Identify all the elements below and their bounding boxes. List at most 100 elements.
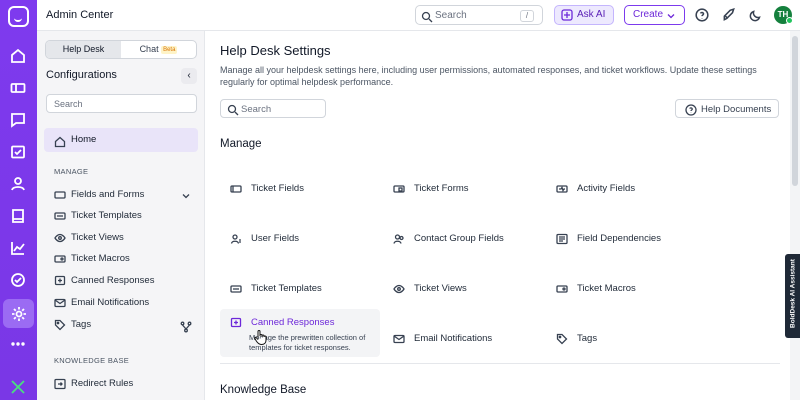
configurations-sidebar: Help Desk Chat Beta Configurations ‹ Sea…: [37, 31, 205, 400]
help-documents-label: Help Documents: [701, 104, 772, 115]
help-icon: [685, 104, 697, 119]
tag-icon: [54, 319, 66, 336]
collapse-sidebar-button[interactable]: ‹: [181, 68, 197, 84]
search-icon: [227, 104, 239, 119]
more-icon[interactable]: [8, 334, 28, 354]
card-tags[interactable]: Tags: [546, 318, 706, 366]
fields-icon: [54, 189, 66, 206]
sidebar-item-ticket-macros[interactable]: Ticket Macros: [54, 252, 130, 266]
tab-chat[interactable]: Chat Beta: [121, 41, 196, 58]
product-switcher: Help Desk Chat Beta: [45, 40, 197, 59]
card-canned-responses[interactable]: Canned Responses Manage the prewritten co…: [220, 309, 380, 357]
section-manage: MANAGE: [54, 167, 89, 176]
help-icon[interactable]: [695, 8, 709, 27]
contacts-icon[interactable]: [8, 174, 28, 194]
card-field-dependencies[interactable]: Field Dependencies: [546, 218, 706, 266]
knowledge-base-icon[interactable]: [8, 206, 28, 226]
sidebar-item-ticket-templates[interactable]: Ticket Templates: [54, 209, 142, 223]
card-label: User Fields: [251, 233, 300, 244]
tasks-icon[interactable]: [8, 142, 28, 162]
chat-icon[interactable]: [8, 110, 28, 130]
card-user-fields[interactable]: User Fields: [220, 218, 380, 266]
eye-icon: [54, 232, 66, 249]
sidebar-item-redirect-rules[interactable]: Redirect Rules: [54, 377, 133, 391]
page-title: Help Desk Settings: [220, 43, 331, 58]
approvals-icon[interactable]: [8, 270, 28, 290]
ticket-macros-icon: [54, 253, 66, 270]
beta-badge: Beta: [161, 45, 178, 54]
knowledge-base-heading: Knowledge Base: [220, 384, 307, 396]
user-fields-icon: [230, 232, 242, 250]
card-label: Field Dependencies: [577, 233, 661, 244]
sidebar-item-fields-and-forms[interactable]: Fields and Forms: [54, 188, 190, 202]
home-icon[interactable]: [8, 46, 28, 66]
app-title: Admin Center: [46, 9, 114, 21]
card-ticket-macros[interactable]: Ticket Macros: [546, 268, 706, 316]
page-description: Manage all your helpdesk settings here, …: [220, 65, 757, 87]
card-label: Ticket Templates: [251, 283, 322, 294]
help-documents-button[interactable]: Help Documents: [675, 99, 779, 118]
dark-mode-icon[interactable]: [749, 8, 763, 27]
manage-heading: Manage: [220, 138, 262, 150]
reports-icon[interactable]: [8, 238, 28, 258]
settings-search-input[interactable]: Search: [220, 99, 326, 118]
ai-assistant-label: BoldDesk AI Assistant: [789, 259, 797, 328]
canned-responses-icon: [230, 316, 242, 334]
sidebar-item-label: Ticket Macros: [71, 253, 130, 264]
ask-ai-button[interactable]: Ask AI: [554, 5, 614, 25]
section-divider: [220, 363, 780, 364]
ticket-templates-icon: [230, 282, 242, 300]
ticket-fields-icon: [230, 182, 242, 200]
section-knowledge-base: KNOWLEDGE BASE: [54, 356, 130, 365]
avatar[interactable]: TH: [774, 6, 793, 24]
settings-icon[interactable]: [3, 299, 34, 328]
tab-help-desk[interactable]: Help Desk: [46, 41, 121, 58]
card-ticket-views[interactable]: Ticket Views: [383, 268, 543, 316]
card-label: Ticket Macros: [577, 283, 636, 294]
sidebar-heading: Configurations: [46, 69, 117, 81]
sidebar-item-label: Canned Responses: [71, 275, 155, 286]
card-ticket-forms[interactable]: Ticket Forms: [383, 168, 543, 216]
card-contact-group-fields[interactable]: Contact Group Fields: [383, 218, 543, 266]
search-shortcut-hint: /: [520, 10, 534, 22]
scrollbar-thumb[interactable]: [792, 36, 798, 186]
field-dependencies-icon: [556, 232, 568, 250]
sidebar-item-label: Ticket Templates: [71, 210, 142, 221]
card-label: Canned Responses: [251, 317, 335, 328]
sidebar-item-label: Tags: [71, 319, 92, 330]
card-label: Tags: [577, 333, 598, 344]
sidebar-item-label: Redirect Rules: [71, 378, 134, 389]
email-icon: [393, 332, 405, 350]
create-button[interactable]: Create: [624, 5, 685, 25]
sidebar-item-ticket-views[interactable]: Ticket Views: [54, 231, 124, 245]
email-icon: [54, 297, 66, 314]
sidebar-search-input[interactable]: Search: [46, 94, 197, 113]
card-ticket-fields[interactable]: Ticket Fields: [220, 168, 380, 216]
ask-ai-label: Ask AI: [577, 9, 606, 20]
main-content: Help Desk Settings Manage all your helpd…: [205, 31, 788, 400]
sidebar-item-canned-responses[interactable]: Canned Responses: [54, 274, 154, 288]
sidebar-item-home[interactable]: Home: [44, 128, 198, 152]
sidebar-item-tags[interactable]: Tags: [54, 318, 91, 332]
app-rail: [0, 0, 37, 400]
apps-switcher-icon[interactable]: [8, 377, 28, 397]
ai-assistant-tab[interactable]: BoldDesk AI Assistant: [785, 254, 800, 338]
hierarchy-icon[interactable]: [180, 320, 192, 338]
eye-icon: [393, 282, 405, 300]
page-scrollbar[interactable]: [790, 31, 800, 400]
app-logo[interactable]: [8, 6, 29, 27]
ticket-macros-icon: [556, 282, 568, 300]
tickets-icon[interactable]: [8, 78, 28, 98]
tab-help-desk-label: Help Desk: [62, 44, 105, 54]
card-email-notifications[interactable]: Email Notifications: [383, 318, 543, 366]
create-label: Create: [633, 9, 664, 20]
search-placeholder: Search: [435, 10, 467, 21]
card-label: Activity Fields: [577, 183, 636, 194]
ticket-forms-icon: [393, 182, 405, 200]
card-activity-fields[interactable]: Activity Fields: [546, 168, 706, 216]
global-search-input[interactable]: Search /: [415, 5, 543, 25]
card-label: Contact Group Fields: [414, 233, 504, 244]
sidebar-item-email-notifications[interactable]: Email Notifications: [54, 296, 149, 310]
sidebar-item-label: Home: [71, 134, 97, 145]
rocket-icon[interactable]: [722, 7, 736, 27]
